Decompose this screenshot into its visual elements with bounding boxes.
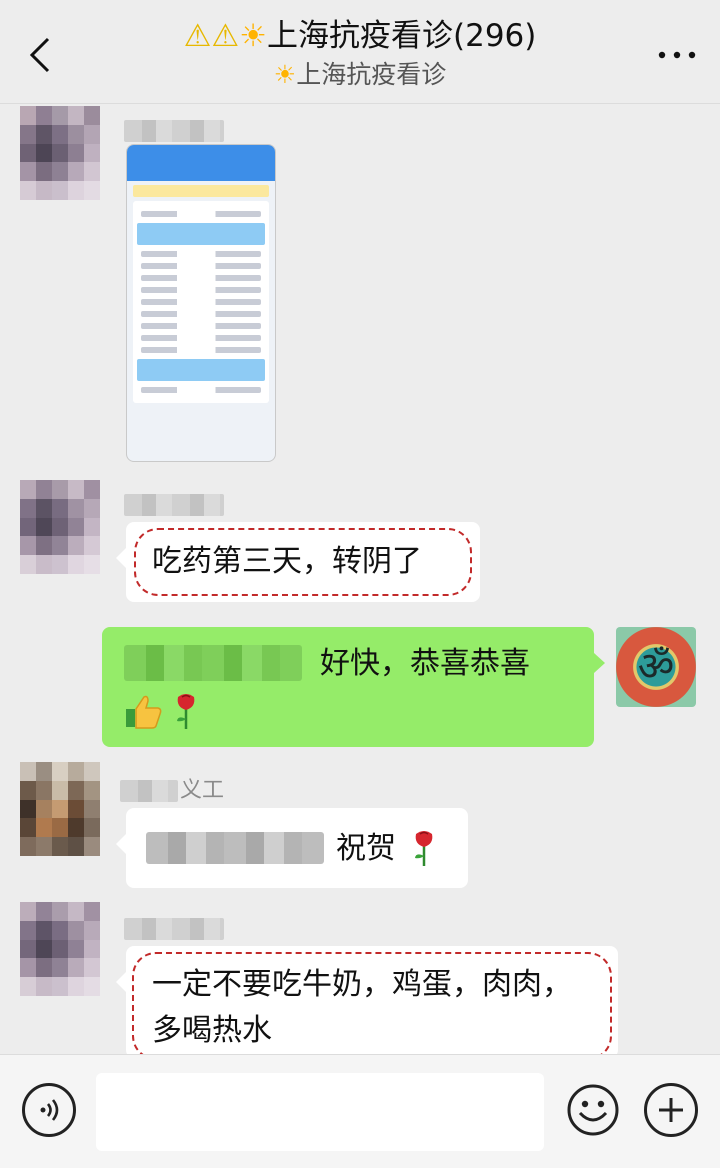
blurred-text [146,832,324,864]
avatar[interactable] [20,762,100,856]
message-text: 吃药第三天，转阴了 [152,544,422,579]
chat-title-block: ⚠⚠☀上海抗疫看诊(296) ☀上海抗疫看诊 [100,14,620,92]
more-button[interactable] [652,30,702,80]
message-text: 好快，恭喜恭喜 [320,646,530,681]
message-bubble[interactable]: 祝贺 [116,808,468,888]
avatar[interactable] [20,902,100,996]
chat-title-text: 上海抗疫看诊(296) [267,18,537,54]
more-actions-button[interactable] [644,1083,698,1137]
message-text-line: 多喝热水 [152,1013,272,1048]
sender-name: 义工 [180,778,225,803]
back-button[interactable] [18,30,62,80]
chat-header: ⚠⚠☀上海抗疫看诊(296) ☀上海抗疫看诊 [0,0,720,104]
chat-subtitle-text: 上海抗疫看诊 [296,60,447,89]
voice-button[interactable] [22,1083,76,1137]
thumbs-up-icon [126,695,162,729]
sender-name [124,918,224,940]
sender-name-blurred [120,780,178,802]
message-input[interactable] [96,1073,544,1151]
sender-name [124,120,224,142]
message-text: 祝贺 [336,831,396,866]
avatar[interactable] [20,480,100,574]
voice-icon [40,1099,59,1121]
sender-name [124,494,224,516]
chat-subtitle: ☀上海抗疫看诊 [100,58,620,92]
message-bubble[interactable]: 一定不要吃牛奶，鸡蛋，肉肉， 多喝热水 [116,946,618,1060]
blurred-text [124,645,302,681]
plus-icon [659,1098,683,1122]
emoji-button[interactable] [566,1083,620,1137]
screenshot-image[interactable] [126,144,276,462]
chat-title: ⚠⚠☀上海抗疫看诊(296) [100,14,620,58]
warning-icon: ⚠⚠ [183,18,240,54]
input-bar [0,1054,720,1168]
message-text-line: 一定不要吃牛奶，鸡蛋，肉肉， [152,967,572,1002]
om-icon: ॐ [637,644,675,690]
sun-icon: ☀ [273,60,297,89]
more-horizontal-icon [658,51,696,59]
rose-icon [415,831,433,866]
avatar[interactable] [20,106,100,200]
self-avatar[interactable]: ॐ [616,627,696,707]
message-bubble-mine[interactable]: 好快，恭喜恭喜 [102,627,605,747]
rose-icon [177,694,195,729]
sun-icon: ☀ [239,18,268,54]
chevron-left-icon [29,37,50,73]
message-bubble[interactable]: 吃药第三天，转阴了 [116,522,480,602]
